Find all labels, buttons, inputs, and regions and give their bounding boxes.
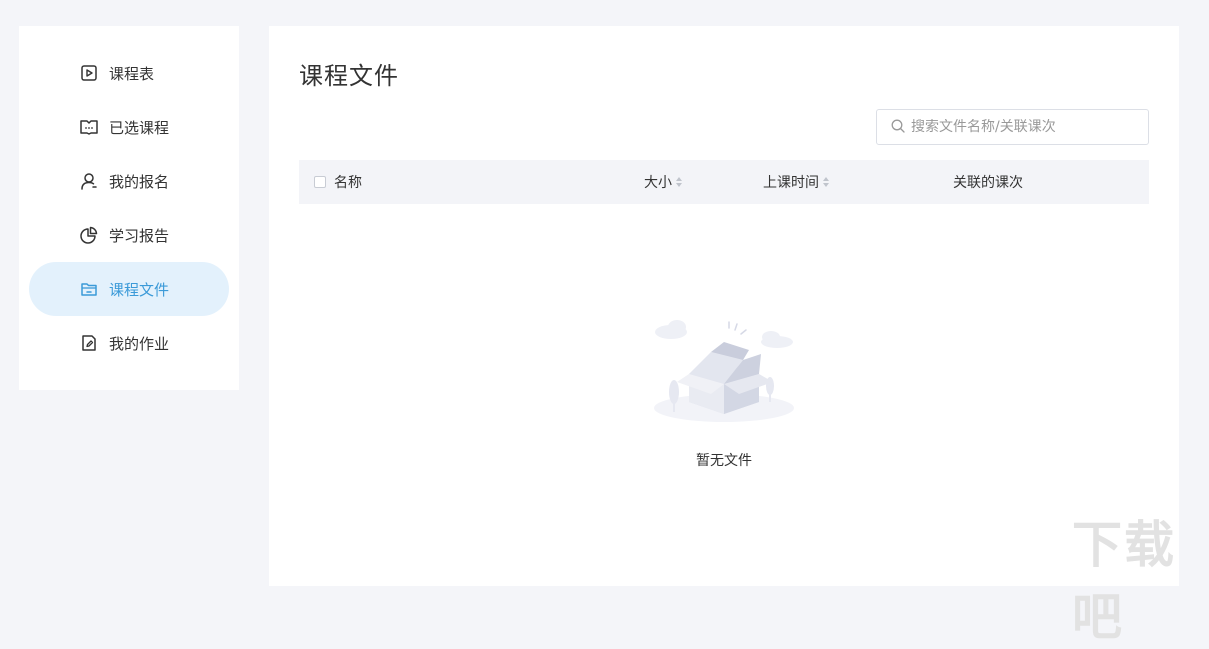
user-icon [79, 171, 99, 191]
column-linked-session-label: 关联的课次 [953, 175, 1023, 191]
sidebar-item-course-files[interactable]: 课程文件 [19, 262, 239, 316]
sidebar-item-label: 我的作业 [109, 334, 170, 353]
play-square-icon [79, 63, 99, 83]
column-linked-session: 关联的课次 [953, 160, 1023, 204]
folder-icon [79, 279, 99, 299]
column-name-label: 名称 [334, 175, 362, 191]
sidebar-item-my-registration[interactable]: 我的报名 [19, 154, 239, 208]
column-name: 名称 [314, 160, 362, 204]
sidebar-item-label: 课程表 [109, 64, 155, 83]
sidebar-item-selected-courses[interactable]: 已选课程 [19, 100, 239, 154]
column-size[interactable]: 大小 [644, 160, 682, 204]
column-class-time[interactable]: 上课时间 [763, 160, 829, 204]
sidebar-item-label: 课程文件 [109, 280, 170, 299]
sidebar-item-label: 已选课程 [109, 118, 170, 137]
main-panel: 课程文件 名称 大小 上课时间 关联的课次 [269, 26, 1179, 586]
empty-state-text: 暂无文件 [696, 453, 752, 469]
search-box[interactable] [876, 109, 1149, 145]
select-all-checkbox[interactable] [314, 176, 326, 188]
sidebar-item-label: 学习报告 [109, 226, 170, 245]
sort-icon[interactable] [676, 177, 682, 187]
book-open-icon [79, 117, 99, 137]
sort-icon[interactable] [823, 177, 829, 187]
search-icon [891, 118, 905, 137]
page-title: 课程文件 [299, 62, 399, 90]
sidebar-item-schedule[interactable]: 课程表 [19, 46, 239, 100]
sidebar-item-my-homework[interactable]: 我的作业 [19, 316, 239, 370]
sidebar-item-label: 我的报名 [109, 172, 170, 191]
table-header: 名称 大小 上课时间 关联的课次 [299, 160, 1149, 204]
column-class-time-label: 上课时间 [763, 175, 819, 191]
column-size-label: 大小 [644, 175, 672, 191]
watermark-logo: 下载吧 [1072, 516, 1176, 646]
sidebar-item-study-report[interactable]: 学习报告 [19, 208, 239, 262]
search-input[interactable] [911, 119, 1141, 135]
sidebar: 课程表 已选课程 我的报名 学习报告 课程文件 我的作业 [19, 26, 239, 390]
empty-box-illustration [654, 320, 794, 422]
edit-document-icon [79, 333, 99, 353]
pie-chart-icon [79, 225, 99, 245]
